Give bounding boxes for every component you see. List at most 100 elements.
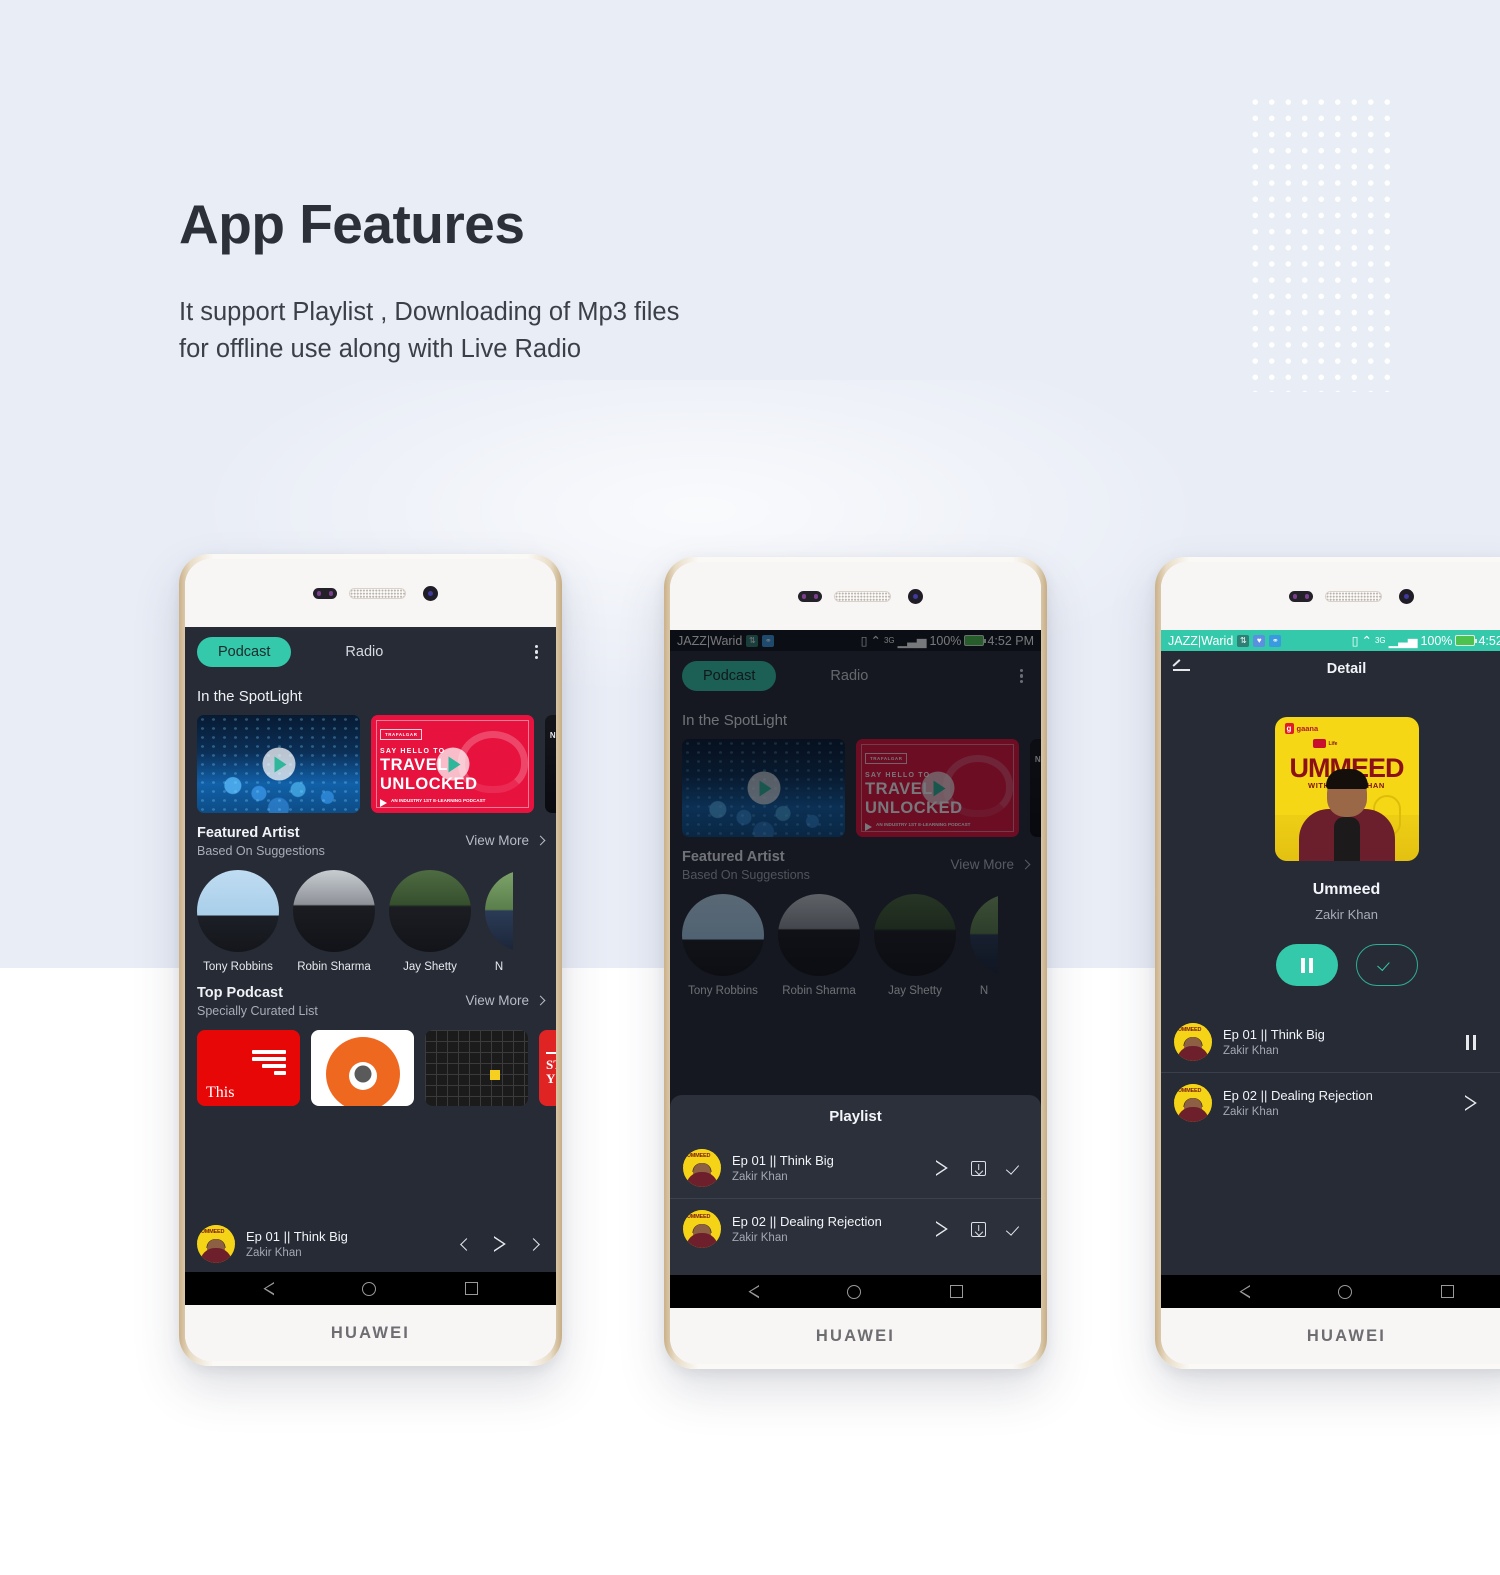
mini-player[interactable]: UMMEED Ep 01 || Think Big Zakir Khan (185, 1216, 556, 1272)
android-nav-bar[interactable] (1161, 1275, 1500, 1308)
recents-icon[interactable] (949, 1285, 963, 1298)
episode-artwork: UMMEED (1174, 1084, 1212, 1122)
play-icon[interactable] (935, 1221, 949, 1237)
home-icon[interactable] (1338, 1284, 1353, 1299)
recents-icon[interactable] (1440, 1285, 1454, 1298)
front-camera-icon (423, 586, 438, 601)
phone-device-2: JAZZ|Warid ⇅ ⚭ ▯ ⌃ 3G ▁▃▅ 100% 4:52 PM P… (664, 557, 1047, 1369)
page-subtitle: It support Playlist , Downloading of Mp3… (179, 294, 899, 368)
app-tab-bar: Podcast Radio (185, 627, 556, 675)
phone-chin-3: HUAWEI (1161, 1308, 1500, 1364)
headline-block: App Features It support Playlist , Downl… (179, 193, 899, 368)
back-icon[interactable] (1239, 1285, 1250, 1299)
artist-card[interactable]: Jay Shetty (389, 870, 471, 973)
artist-card[interactable]: N (485, 870, 513, 973)
episode-title: Ep 01 || Think Big (1223, 1027, 1325, 1042)
subscribe-button[interactable] (1355, 944, 1418, 986)
download-icon[interactable] (971, 1221, 986, 1237)
list-item[interactable]: UMMEED Ep 02 || Dealing Rejection Zakir … (1161, 1072, 1500, 1133)
episode-artist: Zakir Khan (732, 1171, 788, 1183)
avatar (197, 870, 279, 952)
spotlight-carousel[interactable]: TRAFALGAR SAY HELLO TO TRAVEL UNLOCKED A… (185, 715, 556, 813)
dot-grid-decoration (1245, 92, 1397, 392)
podcast-thumb-stuff[interactable]: STU YO (539, 1030, 556, 1106)
list-item[interactable]: UMMEED Ep 01 || Think Big Zakir Khan (1161, 1012, 1500, 1072)
page-subtitle-line-2: for offline use along with Live Radio (179, 334, 582, 363)
mini-player-title: Ep 01 || Think Big (246, 1229, 348, 1244)
detail-header: Detail (1161, 651, 1500, 681)
status-carrier: JAZZ|Warid (1168, 633, 1234, 648)
play-icon[interactable] (935, 1160, 949, 1176)
podcast-thumb-orange[interactable] (311, 1030, 414, 1106)
next-artwork: NE FOR AM (545, 715, 556, 813)
front-camera-icon (1399, 589, 1414, 604)
featured-artist-view-more[interactable]: View More (465, 825, 546, 848)
network-label: 3G (1374, 636, 1386, 645)
android-nav-bar[interactable] (185, 1272, 556, 1305)
playlist-sheet: Playlist UMMEED Ep 01 || Think Big Zakir… (670, 1095, 1041, 1275)
home-icon[interactable] (847, 1284, 862, 1299)
top-podcast-carousel[interactable]: This STU YO (185, 1026, 556, 1106)
list-item[interactable]: UMMEED Ep 02 || Dealing Rejection Zakir … (670, 1198, 1041, 1259)
play-icon[interactable] (493, 1236, 507, 1252)
view-more-label: View More (465, 833, 529, 848)
phone-earpiece-area-2 (670, 562, 1041, 630)
brand-logo: HUAWEI (330, 1323, 411, 1342)
tab-podcast[interactable]: Podcast (197, 637, 292, 667)
recents-icon[interactable] (464, 1282, 478, 1295)
play-icon[interactable] (436, 747, 469, 781)
artist-name: Jay Shetty (403, 961, 457, 973)
home-icon[interactable] (362, 1281, 377, 1296)
presenter-logo: Life (1312, 739, 1337, 748)
android-nav-bar[interactable] (670, 1275, 1041, 1308)
episode-artist: Zakir Khan (1223, 1106, 1279, 1118)
chevron-right-icon (535, 995, 546, 1006)
android-status-bar: JAZZ|Warid ⇅ ♥ ⚭ ▯ ⌃ 3G ▁▃▅ 100% 4:52 PM (1161, 630, 1500, 651)
play-icon[interactable] (262, 747, 295, 781)
featured-artist-header: Featured Artist Based On Suggestions Vie… (185, 813, 556, 866)
phone-chin-1: HUAWEI (185, 1305, 556, 1361)
spotlight-card-concert[interactable] (197, 715, 360, 813)
tab-radio[interactable]: Radio (345, 644, 383, 660)
list-item[interactable]: UMMEED Ep 01 || Think Big Zakir Khan (670, 1138, 1041, 1198)
quote-glyph-icon (252, 1050, 286, 1075)
artist-carousel[interactable]: Tony Robbins Robin Sharma Jay Shetty N (185, 866, 556, 973)
page-title: App Features (179, 193, 525, 255)
top-podcast-view-more[interactable]: View More (465, 985, 546, 1008)
prev-icon[interactable] (460, 1237, 473, 1251)
spotlight-card-travel[interactable]: TRAFALGAR SAY HELLO TO TRAVEL UNLOCKED A… (371, 715, 534, 813)
artist-name: Robin Sharma (297, 961, 371, 973)
page-subtitle-line-1: It support Playlist , Downloading of Mp3… (179, 297, 680, 326)
episode-artist: Zakir Khan (732, 1232, 788, 1244)
check-icon[interactable] (1008, 1163, 1024, 1174)
artist-card[interactable]: Robin Sharma (293, 870, 375, 973)
youtube-icon (1312, 739, 1326, 748)
back-icon[interactable] (748, 1285, 759, 1299)
detail-action-bar (1161, 944, 1500, 986)
heart-icon: ♥ (1253, 634, 1266, 647)
overflow-menu-icon[interactable] (529, 641, 544, 664)
artist-card[interactable]: Tony Robbins (197, 870, 279, 973)
app-screen-detail: JAZZ|Warid ⇅ ♥ ⚭ ▯ ⌃ 3G ▁▃▅ 100% 4:52 PM (1161, 630, 1500, 1308)
check-icon[interactable] (1008, 1224, 1024, 1235)
back-icon[interactable] (263, 1282, 274, 1296)
bluetooth-icon: ⚭ (1269, 634, 1282, 647)
sensor-pill-icon (313, 588, 337, 599)
episode-list: UMMEED Ep 01 || Think Big Zakir Khan UMM (1161, 1012, 1500, 1133)
vibrate-icon: ▯ (1351, 634, 1359, 648)
podcast-thumb-this[interactable]: This (197, 1030, 300, 1106)
next-icon[interactable] (527, 1237, 540, 1251)
pause-icon[interactable] (1466, 1034, 1478, 1050)
pause-button[interactable] (1275, 944, 1338, 986)
avatar (293, 870, 375, 952)
download-icon[interactable] (971, 1160, 986, 1176)
speaker-grille-icon (349, 588, 406, 599)
avatar (389, 870, 471, 952)
podcast-thumb-grid[interactable] (425, 1030, 528, 1106)
featured-artist-subtitle: Based On Suggestions (197, 844, 325, 858)
play-icon[interactable] (1464, 1095, 1478, 1111)
page-title: Detail (1326, 661, 1367, 677)
spotlight-card-next[interactable]: NE FOR AM (545, 715, 556, 813)
speaker-grille-icon (834, 591, 891, 602)
gaana-wordmark: gaana (1296, 724, 1319, 733)
